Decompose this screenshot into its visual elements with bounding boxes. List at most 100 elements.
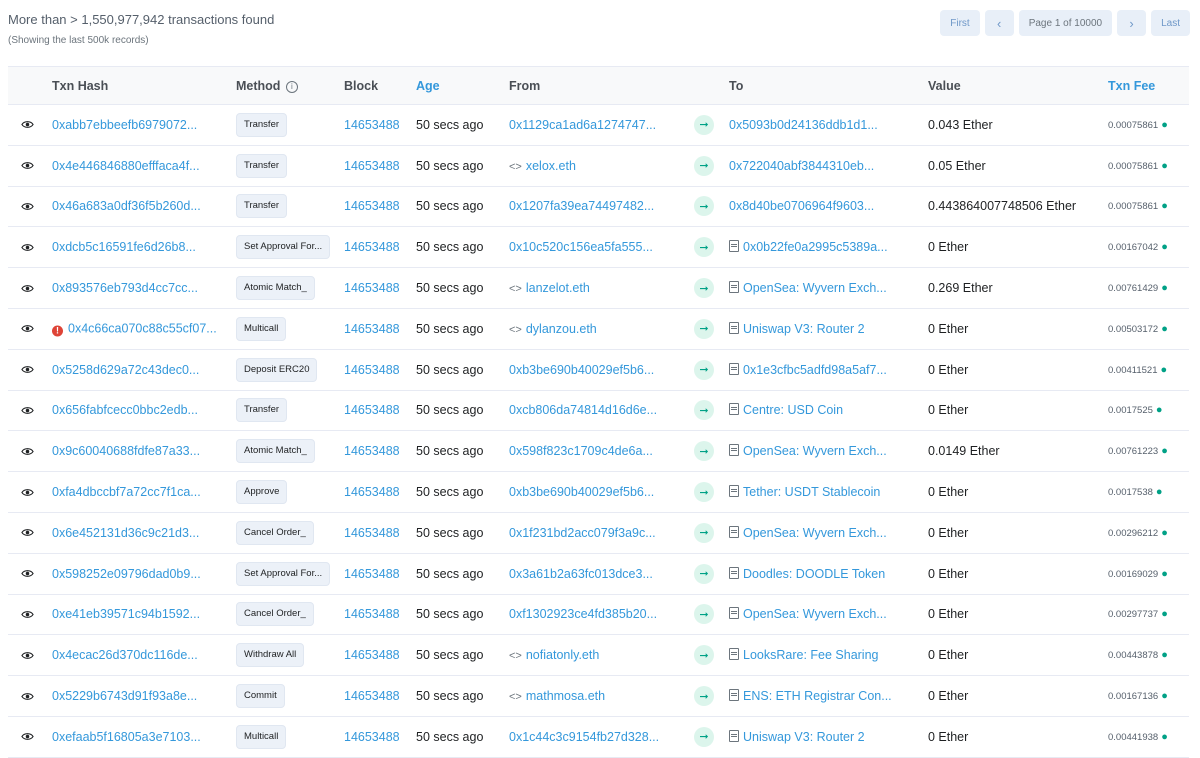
lightbulb-icon[interactable]: ● — [1161, 690, 1168, 702]
last-page-button[interactable]: Last — [1151, 10, 1190, 36]
lightbulb-icon[interactable]: ● — [1161, 364, 1168, 376]
txn-hash-link[interactable]: 0x656fabfcecc0bbc2edb... — [52, 403, 198, 417]
lightbulb-icon[interactable]: ● — [1161, 527, 1168, 539]
to-address-link[interactable]: 0x722040abf3844310eb... — [729, 159, 874, 173]
eye-icon[interactable] — [16, 685, 38, 707]
eye-icon[interactable] — [16, 359, 38, 381]
from-address-link[interactable]: <> mathmosa.eth — [509, 689, 605, 703]
txn-hash-link[interactable]: 0xfa4dbccbf7a72cc7f1ca... — [52, 485, 201, 499]
lightbulb-icon[interactable]: ● — [1161, 241, 1168, 253]
from-address-link[interactable]: 0xcb806da74814d16d6e... — [509, 403, 657, 417]
to-address-link[interactable]: Uniswap V3: Router 2 — [729, 321, 865, 336]
lightbulb-icon[interactable]: ● — [1161, 445, 1168, 457]
txn-hash-link[interactable]: 0xe41eb39571c94b1592... — [52, 607, 200, 621]
txn-hash-link[interactable]: ! 0x4c66ca070c88c55cf07... — [52, 321, 217, 337]
txn-hash-link[interactable]: 0x5258d629a72c43dec0... — [52, 363, 199, 377]
txn-hash-link[interactable]: 0x46a683a0df36f5b260d... — [52, 199, 201, 213]
block-link[interactable]: 14653488 — [344, 199, 400, 213]
eye-icon[interactable] — [16, 195, 38, 217]
block-link[interactable]: 14653488 — [344, 730, 400, 744]
eye-icon[interactable] — [16, 563, 38, 585]
to-address-link[interactable]: Centre: USD Coin — [729, 403, 843, 417]
eye-icon[interactable] — [16, 236, 38, 258]
from-address-link[interactable]: 0x1f231bd2acc079f3a9c... — [509, 526, 656, 540]
from-address-link[interactable]: <> dylanzou.eth — [509, 322, 597, 336]
to-address-link[interactable]: Uniswap V3: Router 2 — [729, 729, 865, 744]
lightbulb-icon[interactable]: ● — [1161, 323, 1168, 335]
txn-hash-link[interactable]: 0x9c60040688fdfe87a33... — [52, 444, 200, 458]
block-link[interactable]: 14653488 — [344, 281, 400, 295]
block-link[interactable]: 14653488 — [344, 363, 400, 377]
lightbulb-icon[interactable]: ● — [1161, 282, 1168, 294]
eye-icon[interactable] — [16, 522, 38, 544]
to-address-link[interactable]: LooksRare: Fee Sharing — [729, 648, 879, 662]
to-address-link[interactable]: OpenSea: Wyvern Exch... — [729, 444, 887, 458]
block-link[interactable]: 14653488 — [344, 403, 400, 417]
block-link[interactable]: 14653488 — [344, 118, 400, 132]
from-address-link[interactable]: 0xb3be690b40029ef5b6... — [509, 363, 654, 377]
block-link[interactable]: 14653488 — [344, 322, 400, 336]
txn-hash-link[interactable]: 0x6e452131d36c9c21d3... — [52, 526, 199, 540]
block-link[interactable]: 14653488 — [344, 567, 400, 581]
lightbulb-icon[interactable]: ● — [1161, 200, 1168, 212]
lightbulb-icon[interactable]: ● — [1161, 649, 1168, 661]
to-address-link[interactable]: OpenSea: Wyvern Exch... — [729, 281, 887, 295]
txn-hash-link[interactable]: 0xdcb5c16591fe6d26b8... — [52, 240, 196, 254]
next-page-button[interactable]: › — [1117, 10, 1147, 36]
lightbulb-icon[interactable]: ● — [1156, 404, 1163, 416]
from-address-link[interactable]: 0x10c520c156ea5fa555... — [509, 240, 653, 254]
txn-hash-link[interactable]: 0x598252e09796dad0b9... — [52, 567, 201, 581]
txn-hash-link[interactable]: 0x4ecac26d370dc116de... — [52, 648, 198, 662]
txn-hash-link[interactable]: 0x893576eb793d4cc7cc... — [52, 281, 198, 295]
block-link[interactable]: 14653488 — [344, 607, 400, 621]
info-icon[interactable]: i — [285, 80, 298, 93]
lightbulb-icon[interactable]: ● — [1161, 119, 1168, 131]
first-page-button[interactable]: First — [940, 10, 980, 36]
from-address-link[interactable]: <> xelox.eth — [509, 159, 576, 173]
from-address-link[interactable]: 0xb3be690b40029ef5b6... — [509, 485, 654, 499]
to-address-link[interactable]: 0x1e3cfbc5adfd98a5af7... — [729, 362, 887, 377]
eye-icon[interactable] — [16, 277, 38, 299]
txn-hash-link[interactable]: 0xefaab5f16805a3e7103... — [52, 730, 201, 744]
lightbulb-icon[interactable]: ● — [1161, 731, 1168, 743]
to-address-link[interactable]: ENS: ETH Registrar Con... — [729, 689, 892, 703]
eye-icon[interactable] — [16, 318, 38, 340]
eye-icon[interactable] — [16, 114, 38, 136]
lightbulb-icon[interactable]: ● — [1161, 568, 1168, 580]
to-address-link[interactable]: Doodles: DOODLE Token — [729, 566, 885, 581]
to-address-link[interactable]: 0x8d40be0706964f9603... — [729, 199, 874, 213]
eye-icon[interactable] — [16, 603, 38, 625]
eye-icon[interactable] — [16, 726, 38, 748]
to-address-link[interactable]: OpenSea: Wyvern Exch... — [729, 607, 887, 621]
block-link[interactable]: 14653488 — [344, 689, 400, 703]
txn-hash-link[interactable]: 0x5229b6743d91f93a8e... — [52, 689, 197, 703]
from-address-link[interactable]: <> lanzelot.eth — [509, 281, 590, 295]
lightbulb-icon[interactable]: ● — [1161, 160, 1168, 172]
from-address-link[interactable]: 0x1129ca1ad6a1274747... — [509, 118, 656, 132]
txn-hash-link[interactable]: 0x4e446846880efffaca4f... — [52, 159, 200, 173]
block-link[interactable]: 14653488 — [344, 526, 400, 540]
eye-icon[interactable] — [16, 440, 38, 462]
from-address-link[interactable]: 0xf1302923ce4fd385b20... — [509, 607, 657, 621]
from-address-link[interactable]: 0x1207fa39ea74497482... — [509, 199, 654, 213]
block-link[interactable]: 14653488 — [344, 648, 400, 662]
eye-icon[interactable] — [16, 399, 38, 421]
txn-hash-link[interactable]: 0xabb7ebbeefb6979072... — [52, 118, 197, 132]
eye-icon[interactable] — [16, 481, 38, 503]
to-address-link[interactable]: 0x5093b0d24136ddb1d1... — [729, 118, 878, 132]
eye-icon[interactable] — [16, 644, 38, 666]
to-address-link[interactable]: OpenSea: Wyvern Exch... — [729, 525, 887, 540]
from-address-link[interactable]: <> nofiatonly.eth — [509, 648, 599, 662]
lightbulb-icon[interactable]: ● — [1161, 608, 1168, 620]
col-age[interactable]: Age — [416, 79, 440, 93]
from-address-link[interactable]: 0x598f823c1709c4de6a... — [509, 444, 653, 458]
lightbulb-icon[interactable]: ● — [1156, 486, 1163, 498]
block-link[interactable]: 14653488 — [344, 159, 400, 173]
from-address-link[interactable]: 0x1c44c3c9154fb27d328... — [509, 730, 659, 744]
block-link[interactable]: 14653488 — [344, 444, 400, 458]
prev-page-button[interactable]: ‹ — [984, 10, 1014, 36]
block-link[interactable]: 14653488 — [344, 485, 400, 499]
from-address-link[interactable]: 0x3a61b2a63fc013dce3... — [509, 567, 653, 581]
col-txn-fee[interactable]: Txn Fee — [1108, 79, 1155, 93]
block-link[interactable]: 14653488 — [344, 240, 400, 254]
